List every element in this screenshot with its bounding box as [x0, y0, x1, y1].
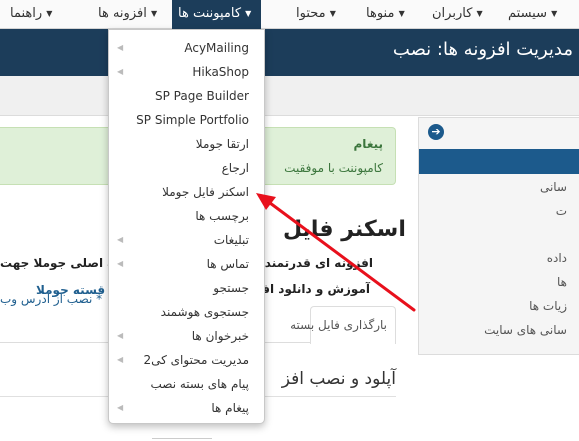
- toolbar: [0, 76, 579, 116]
- caret-down-icon: ▼: [150, 9, 158, 18]
- description-line-continued: ه اصلی جوملا جهت: [0, 256, 115, 270]
- dropdown-item-sp-page-builder[interactable]: SP Page Builder: [109, 84, 264, 108]
- page-title: مدیریت افزونه ها: نصب: [392, 39, 573, 60]
- menu-menus[interactable]: منوها ▼: [366, 0, 409, 29]
- menu-extensions[interactable]: افزونه ها ▼: [98, 0, 161, 29]
- dropdown-item-redirect[interactable]: ارجاع: [109, 156, 264, 180]
- dropdown-item-smart-search[interactable]: جستجوی هوشمند: [109, 300, 264, 324]
- dropdown-item-label: SP Simple Portfolio: [136, 113, 249, 127]
- description-line: افزونه ای قدرتمند ج: [251, 256, 373, 270]
- menu-help-label: راهنما: [10, 6, 43, 21]
- submenu-arrow-icon: ◀: [117, 259, 124, 268]
- dropdown-item-label: اسکنر فایل جوملا: [162, 185, 249, 199]
- dropdown-item-label: ارتقا جوملا: [195, 137, 249, 151]
- dropdown-item-label: SP Page Builder: [155, 89, 249, 103]
- dropdown-item-file-scanner[interactable]: اسکنر فایل جوملا: [109, 180, 264, 204]
- submenu-arrow-icon: ◀: [117, 331, 124, 340]
- page-header: مدیریت افزونه ها: نصب: [0, 29, 579, 76]
- sidebar-item[interactable]: داده: [547, 251, 567, 265]
- dropdown-item-newsfeeds[interactable]: خبرخوان ها ◀: [109, 324, 264, 348]
- dropdown-item-label: جستجو: [213, 281, 249, 295]
- caret-down-icon: ▼: [245, 9, 252, 18]
- dropdown-item-tags[interactable]: برچسب ها: [109, 204, 264, 228]
- submenu-arrow-icon: ◀: [117, 355, 124, 364]
- caret-down-icon: ▼: [46, 9, 53, 18]
- menu-system-label: سیستم: [508, 6, 547, 21]
- sidebar-item[interactable]: سانی های سایت: [484, 323, 567, 337]
- sidebar: ➔ سانی ت داده ها زیات ها سانی های سایت: [418, 117, 579, 355]
- submenu-arrow-icon: ◀: [117, 43, 124, 52]
- menu-users[interactable]: کاربران ▼: [432, 0, 487, 29]
- dropdown-item-label: AcyMailing: [184, 41, 249, 55]
- sidebar-toggle-icon[interactable]: ➔: [428, 124, 444, 140]
- dropdown-item-acymailing[interactable]: AcyMailing ◀: [109, 36, 264, 60]
- component-heading: اسکنر فایل: [283, 217, 406, 242]
- menu-extensions-label: افزونه ها: [98, 6, 147, 21]
- sidebar-item[interactable]: سانی: [540, 180, 567, 194]
- install-note: * نصب از آدرس وب: [0, 292, 103, 306]
- dropdown-item-k2[interactable]: مدیریت محتوای کی2 ◀: [109, 348, 264, 372]
- dropdown-item-label: جستجوی هوشمند: [160, 305, 249, 319]
- menu-menus-label: منوها: [366, 6, 395, 21]
- menu-content[interactable]: محتوا ▼: [296, 0, 340, 29]
- tab-upload-package[interactable]: بارگذاری فایل بسته: [290, 306, 396, 344]
- dropdown-item-label: تبلیغات: [213, 233, 249, 247]
- dropdown-item-label: پیغام ها: [211, 401, 249, 415]
- dropdown-item-search[interactable]: جستجو: [109, 276, 264, 300]
- description-line-2: آموزش و دانلود افزو: [247, 282, 370, 296]
- submenu-arrow-icon: ◀: [117, 235, 124, 244]
- dropdown-item-postinstall-messages[interactable]: پیام های بسته نصب: [109, 372, 264, 396]
- caret-down-icon: ▼: [476, 9, 483, 18]
- dropdown-item-label: ارجاع: [221, 161, 249, 175]
- message-heading: پیغام: [353, 137, 383, 151]
- menu-help[interactable]: راهنما ▼: [10, 0, 56, 29]
- sidebar-item[interactable]: زیات ها: [529, 299, 567, 313]
- dropdown-item-label: خبرخوان ها: [191, 329, 249, 343]
- sidebar-item[interactable]: ت: [556, 204, 567, 218]
- dropdown-item-joomla-update[interactable]: ارتقا جوملا: [109, 132, 264, 156]
- submenu-arrow-icon: ◀: [117, 403, 124, 412]
- caret-down-icon: ▼: [551, 9, 558, 18]
- dropdown-item-label: پیام های بسته نصب: [150, 377, 250, 391]
- dropdown-item-hikashop[interactable]: HikaShop ◀: [109, 60, 264, 84]
- tab-upload-label: بارگذاری فایل بسته: [290, 318, 387, 332]
- dropdown-item-label: تماس ها: [206, 257, 249, 271]
- dropdown-item-contacts[interactable]: تماس ها ◀: [109, 252, 264, 276]
- section-title: آپلود و نصب افز: [281, 369, 396, 389]
- dropdown-item-label: مدیریت محتوای کی2: [143, 353, 249, 367]
- top-menubar: سیستم ▼ کاربران ▼ منوها ▼ محتوا ▼ کامپون…: [0, 0, 579, 29]
- sidebar-item[interactable]: ها: [557, 275, 567, 289]
- menu-components-label: کامپوننت ها: [178, 6, 242, 21]
- menu-content-label: محتوا: [296, 6, 326, 21]
- dropdown-item-label: HikaShop: [192, 65, 249, 79]
- menu-components[interactable]: کامپوننت ها ▼: [172, 0, 262, 29]
- dropdown-item-sp-simple-portfolio[interactable]: SP Simple Portfolio: [109, 108, 264, 132]
- sidebar-item-active[interactable]: [419, 149, 579, 174]
- components-dropdown: AcyMailing ◀ HikaShop ◀ SP Page Builder SP…: [108, 29, 265, 424]
- caret-down-icon: ▼: [398, 9, 405, 18]
- dropdown-item-banners[interactable]: تبلیغات ◀: [109, 228, 264, 252]
- dropdown-item-messaging[interactable]: پیغام ها ◀: [109, 396, 264, 420]
- caret-down-icon: ▼: [329, 9, 336, 18]
- menu-users-label: کاربران: [432, 6, 473, 21]
- menu-system[interactable]: سیستم ▼: [508, 0, 561, 29]
- message-body: کامپوننت با موفقیت: [284, 161, 383, 175]
- submenu-arrow-icon: ◀: [117, 67, 124, 76]
- dropdown-item-label: برچسب ها: [195, 209, 249, 223]
